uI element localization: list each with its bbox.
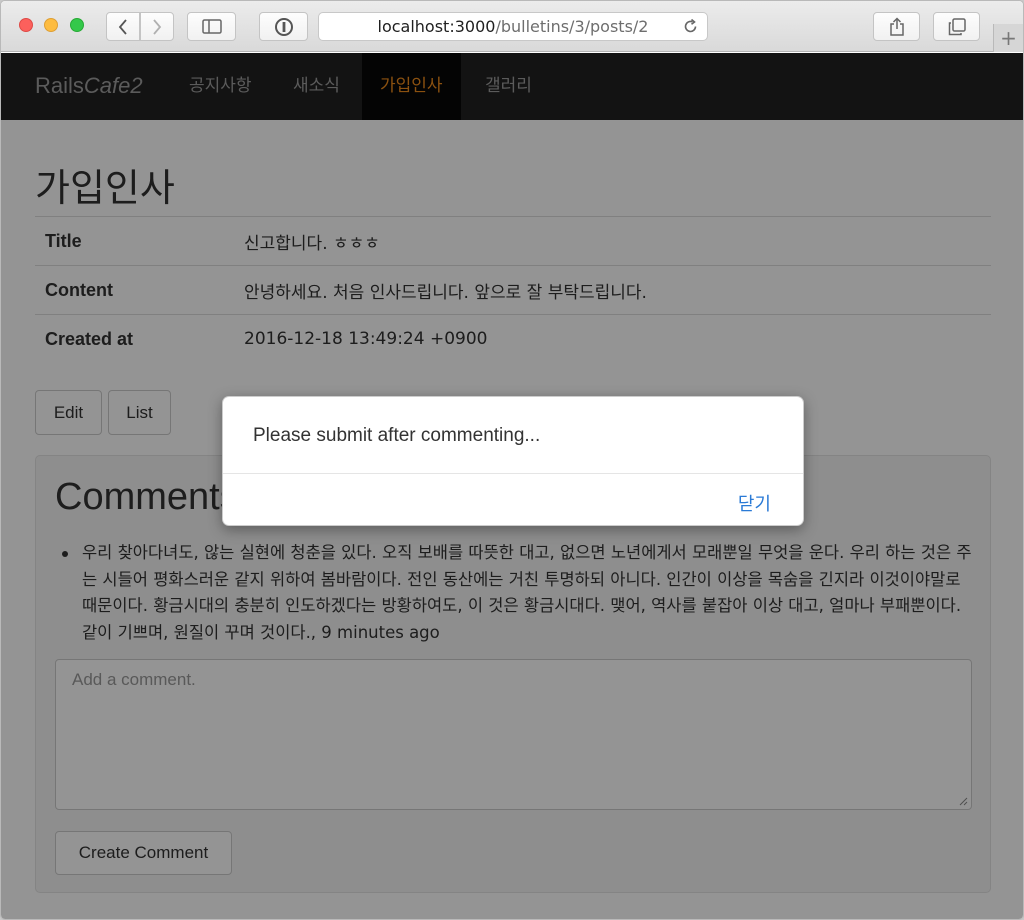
zoom-window-icon[interactable] [70, 18, 84, 32]
new-tab-button[interactable]: + [993, 24, 1023, 52]
tabs-overview-button[interactable] [933, 12, 980, 41]
browser-toolbar: localhost:3000/bulletins/3/posts/2 + [1, 1, 1023, 52]
alert-dialog: Please submit after commenting... 닫기 [222, 396, 804, 526]
chevron-right-icon [153, 18, 162, 35]
share-icon [889, 16, 904, 36]
tabs-icon [948, 17, 966, 35]
reload-icon[interactable] [682, 18, 699, 35]
minimize-window-icon[interactable] [44, 18, 58, 32]
info-circle-icon [274, 17, 293, 36]
page: RailsCafe2 공지사항 새소식 가입인사 갤러리 가입인사 Title … [1, 53, 1023, 919]
dialog-message: Please submit after commenting... [223, 397, 803, 474]
browser-window: localhost:3000/bulletins/3/posts/2 + Rai… [0, 0, 1024, 920]
sidebar-icon [201, 19, 222, 34]
url-path: /bulletins/3/posts/2 [495, 17, 649, 36]
privacy-button[interactable] [259, 12, 308, 41]
dialog-close-button[interactable]: 닫기 [738, 490, 771, 516]
address-bar[interactable]: localhost:3000/bulletins/3/posts/2 [318, 12, 708, 41]
share-button[interactable] [873, 12, 920, 41]
close-window-icon[interactable] [19, 18, 33, 32]
url-host: localhost:3000 [377, 17, 496, 36]
chevron-left-icon [118, 18, 127, 35]
back-button[interactable] [106, 12, 140, 41]
plus-icon: + [1000, 26, 1017, 50]
forward-button[interactable] [140, 12, 174, 41]
sidebar-button[interactable] [187, 12, 236, 41]
